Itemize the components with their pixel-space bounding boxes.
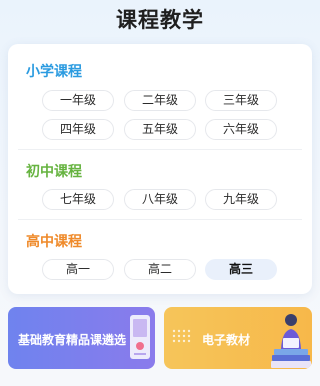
grade-pill-7[interactable]: 七年级 <box>42 189 114 210</box>
section-divider <box>18 149 302 150</box>
grade-pill-senior-2[interactable]: 高二 <box>124 259 196 280</box>
grade-pill-senior-1[interactable]: 高一 <box>42 259 114 280</box>
quality-course-banner[interactable]: 基础教育精品课遴选 <box>8 307 155 369</box>
section-title-primary: 小学课程 <box>26 64 82 80</box>
e-textbook-label: 电子教材 <box>202 333 251 347</box>
section-title-senior: 高中课程 <box>26 234 82 250</box>
reading-person-icon <box>271 314 311 368</box>
course-card: 小学课程 一年级 二年级 三年级 四年级 五年级 六年级 初中课程 七年级 八年… <box>8 44 312 294</box>
grade-pill-4[interactable]: 四年级 <box>42 119 114 140</box>
grade-pill-2[interactable]: 二年级 <box>124 90 196 111</box>
e-textbook-banner[interactable]: 电子教材 <box>164 307 312 369</box>
grade-pill-8[interactable]: 八年级 <box>124 189 196 210</box>
dot-grid-icon <box>172 329 191 343</box>
page-title: 课程教学 <box>116 8 204 32</box>
grade-pill-9[interactable]: 九年级 <box>205 189 277 210</box>
grade-pill-1[interactable]: 一年级 <box>42 90 114 111</box>
grade-pill-senior-3-selected[interactable]: 高三 <box>205 259 277 280</box>
grade-pill-6[interactable]: 六年级 <box>205 119 277 140</box>
tablet-illustration-icon <box>130 315 150 359</box>
section-divider <box>18 219 302 220</box>
grade-pill-5[interactable]: 五年级 <box>124 119 196 140</box>
grade-pill-3[interactable]: 三年级 <box>205 90 277 111</box>
quality-course-label: 基础教育精品课遴选 <box>18 333 127 347</box>
section-title-junior: 初中课程 <box>26 164 82 180</box>
